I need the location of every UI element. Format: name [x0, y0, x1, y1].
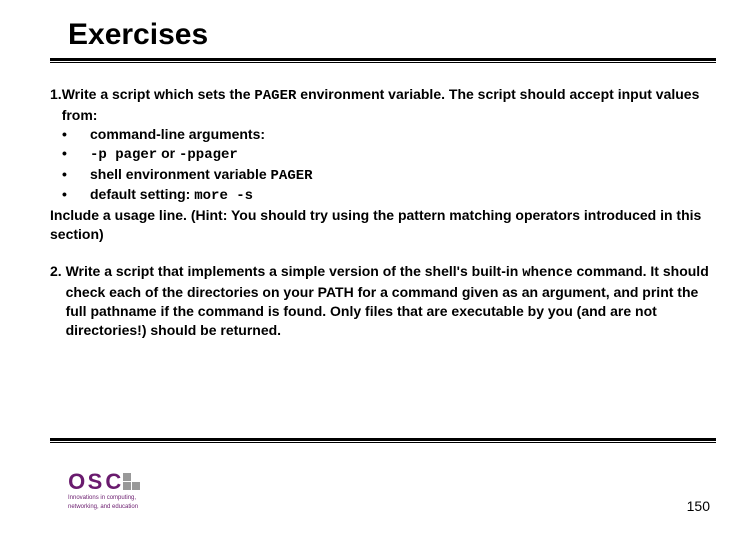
- ex2-a: Write a script that implements a simple …: [66, 263, 523, 279]
- bullet-dot-icon: •: [62, 165, 90, 186]
- ex1-b4-text: default setting: more -s: [90, 185, 716, 206]
- ex1-intro-a: Write a script which sets the: [62, 86, 255, 102]
- logo-squares-icon: [123, 473, 140, 490]
- slide-content: 1. Write a script which sets the PAGER e…: [50, 85, 716, 340]
- footer-rule-thick: [50, 438, 716, 441]
- ex1-b2-code-b: -ppager: [179, 147, 238, 163]
- title-rule-thin: [50, 62, 716, 63]
- ex1-bullet-2: • -p pager or -ppager: [62, 144, 716, 165]
- ex1-b3-code: PAGER: [271, 168, 313, 184]
- ex1-number: 1.: [50, 85, 62, 125]
- ex1-bullet-1: • command-line arguments:: [62, 125, 716, 144]
- logo-letter-c: C: [105, 471, 122, 493]
- ex1-b2-code-a: -p pager: [90, 147, 157, 163]
- logo-tagline-2: networking, and education: [68, 504, 140, 511]
- footer-rule-thin: [50, 442, 716, 443]
- ex1-b4-code: more -s: [194, 188, 253, 204]
- page-number: 150: [687, 498, 710, 514]
- ex1-tail-text: Include a usage line. (Hint: You should …: [50, 207, 701, 242]
- ex1-intro-code: PAGER: [254, 88, 296, 104]
- title-rule-thick: [50, 58, 716, 61]
- bullet-dot-icon: •: [62, 125, 90, 144]
- ex2-number: 2.: [50, 262, 66, 340]
- ex1-bullet-3: • shell environment variable PAGER: [62, 165, 716, 186]
- osc-logo-mark: O S C: [68, 455, 140, 493]
- ex2-code: whence: [522, 265, 572, 281]
- ex1-bullet-4: • default setting: more -s: [62, 185, 716, 206]
- ex1-b2-mid: or: [157, 145, 179, 161]
- ex1-b3-a: shell environment variable: [90, 166, 271, 182]
- ex2-body: Write a script that implements a simple …: [66, 262, 716, 340]
- footer-rule-group: [50, 438, 716, 443]
- osc-logo: O S C Innovations in computing, networki…: [68, 455, 140, 510]
- logo-letter-o: O: [68, 471, 85, 493]
- bullet-dot-icon: •: [62, 144, 90, 165]
- ex1-tail: Include a usage line. (Hint: You should …: [50, 206, 716, 244]
- logo-tagline-1: Innovations in computing,: [68, 495, 140, 502]
- ex1-intro: Write a script which sets the PAGER envi…: [62, 85, 716, 125]
- ex1-b2-text: -p pager or -ppager: [90, 144, 716, 165]
- ex1-b4-a: default setting:: [90, 186, 194, 202]
- logo-letter-s: S: [86, 471, 103, 493]
- ex1-b3-text: shell environment variable PAGER: [90, 165, 716, 186]
- exercise-2: 2. Write a script that implements a simp…: [50, 262, 716, 340]
- bullet-dot-icon: •: [62, 185, 90, 206]
- exercise-1: 1. Write a script which sets the PAGER e…: [50, 85, 716, 125]
- ex1-b1-text: command-line arguments:: [90, 125, 716, 144]
- slide-title: Exercises: [68, 18, 716, 52]
